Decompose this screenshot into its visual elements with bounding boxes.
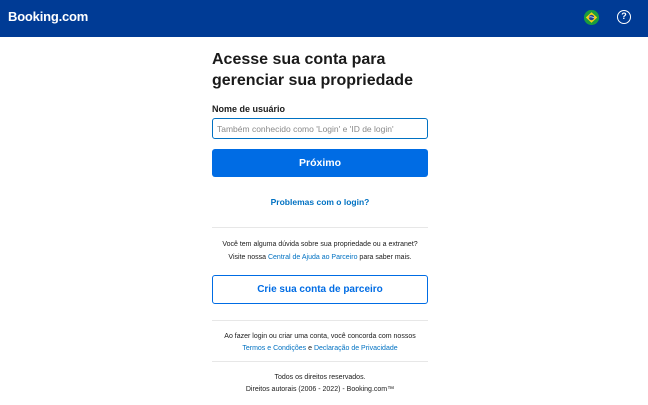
brazil-flag-icon[interactable] bbox=[584, 10, 599, 25]
rights-text: Todos os direitos reservados. bbox=[274, 374, 366, 381]
divider bbox=[212, 227, 428, 228]
page-title: Acesse sua conta para gerenciar sua prop… bbox=[212, 51, 413, 89]
username-input[interactable] bbox=[212, 118, 428, 139]
partner-help-text: Você tem alguma dúvida sobre sua proprie… bbox=[208, 238, 432, 264]
terms-text: Ao fazer login ou criar uma conta, você … bbox=[200, 331, 440, 355]
next-button[interactable]: Próximo bbox=[212, 149, 428, 177]
top-navigation-bar: Booking.com ? bbox=[0, 0, 648, 37]
divider bbox=[212, 320, 428, 321]
help-visit-text: Visite nossa Central de Ajuda ao Parceir… bbox=[228, 254, 412, 261]
create-partner-account-button[interactable]: Crie sua conta de parceiro bbox=[212, 275, 428, 304]
username-label: Nome de usuário bbox=[212, 104, 286, 114]
privacy-statement-link[interactable]: Declaração de Privacidade bbox=[314, 345, 398, 352]
booking-logo[interactable]: Booking.com bbox=[8, 9, 88, 24]
divider bbox=[212, 361, 428, 362]
terms-agreement-text: Ao fazer login ou criar uma conta, você … bbox=[224, 333, 416, 340]
copyright-text: Direitos autorais (2006 - 2022) - Bookin… bbox=[245, 386, 395, 393]
footer: Todos os direitos reservados. Direitos a… bbox=[212, 372, 428, 396]
partner-help-center-link[interactable]: Central de Ajuda ao Parceiro bbox=[268, 254, 358, 261]
terms-conditions-link[interactable]: Termos e Condições bbox=[242, 345, 306, 352]
question-circle-icon[interactable]: ? bbox=[617, 10, 631, 24]
login-trouble-link[interactable]: Problemas com o login? bbox=[212, 197, 428, 207]
help-question-text: Você tem alguma dúvida sobre sua proprie… bbox=[222, 241, 418, 248]
